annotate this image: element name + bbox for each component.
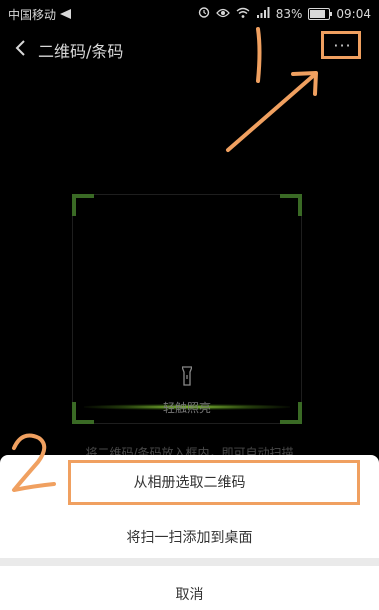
scan-frame-border — [72, 194, 302, 424]
eye-icon — [215, 7, 230, 21]
cancel-button[interactable]: 取消 — [0, 584, 379, 604]
more-dots-icon: ··· — [333, 35, 352, 55]
more-menu-button[interactable]: ··· — [325, 33, 360, 57]
page-title: 二维码/条码 — [38, 42, 124, 61]
scan-frame: 轻触照亮 — [72, 194, 302, 424]
flashlight-label[interactable]: 轻触照亮 — [72, 399, 302, 416]
sheet-divider — [0, 558, 379, 566]
annotation-arrow — [226, 71, 318, 152]
wifi-icon — [236, 7, 250, 21]
flashlight-icon[interactable] — [181, 366, 193, 386]
select-from-album-button[interactable]: 从相册选取二维码 — [0, 472, 379, 492]
scan-corner-top-right — [280, 194, 302, 216]
battery-tip — [330, 11, 333, 16]
back-chevron-icon[interactable] — [10, 36, 32, 60]
status-bar: 中国移动 83% 09:04 — [0, 0, 379, 28]
status-time: 09:04 — [336, 6, 371, 21]
alarm-icon — [198, 6, 210, 21]
carrier-label: 中国移动 — [8, 8, 57, 22]
action-sheet: 从相册选取二维码 将扫一扫添加到桌面 取消 — [0, 455, 379, 610]
battery-icon — [308, 7, 333, 20]
battery-percent: 83% — [275, 6, 303, 21]
battery-fill — [310, 9, 326, 18]
status-left: 中国移动 — [8, 6, 72, 23]
add-to-desktop-button[interactable]: 将扫一扫添加到桌面 — [0, 527, 379, 547]
signal-icon — [256, 6, 270, 21]
scan-corner-top-left — [72, 194, 94, 216]
header: 二维码/条码 — [0, 30, 379, 66]
status-right: 83% 09:04 — [198, 6, 371, 21]
navigation-icon — [60, 8, 72, 22]
